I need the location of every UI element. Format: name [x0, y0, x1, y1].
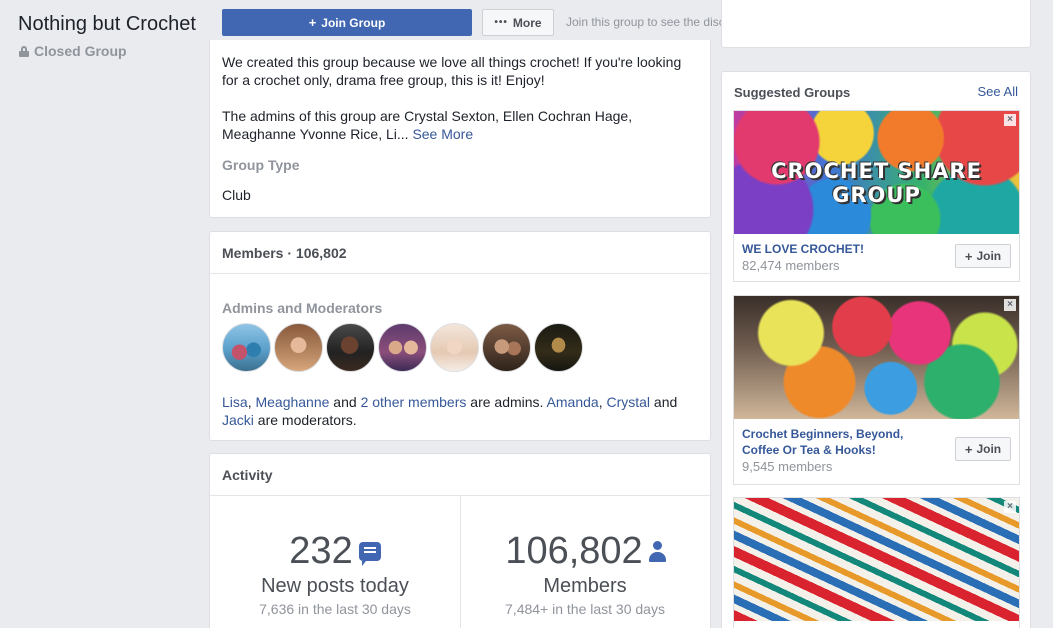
plus-icon: +	[964, 248, 973, 264]
group-type-value: Club	[222, 187, 251, 203]
about-description: We created this group because we love al…	[222, 53, 692, 143]
close-icon[interactable]: ×	[1004, 299, 1016, 311]
suggested-group-image[interactable]: ×	[734, 296, 1019, 419]
suggested-group-item[interactable]: ×	[733, 497, 1020, 628]
suggested-group-item[interactable]: CROCHET SHARE GROUP × WE LOVE CROCHET! 8…	[733, 110, 1020, 282]
other-members-link[interactable]: 2 other members	[361, 394, 467, 410]
members-label: Members	[543, 575, 627, 597]
suggested-group-members: 9,545 members	[742, 459, 833, 474]
suggested-group-info: WE LOVE CROCHET! 82,474 members	[742, 241, 864, 274]
members-header[interactable]: Members · 106,802	[210, 232, 710, 274]
admin-avatars	[222, 323, 583, 372]
see-all-link[interactable]: See All	[978, 84, 1018, 99]
suggested-group-item[interactable]: × Crochet Beginners, Beyond, Coffee Or T…	[733, 295, 1020, 485]
admins-description: Lisa, Meaghanne and 2 other members are …	[222, 393, 702, 429]
join-button[interactable]: + Join	[955, 244, 1011, 268]
group-privacy: Closed Group	[19, 43, 127, 59]
posts-count: 232	[289, 530, 353, 572]
suggested-group-members: 82,474 members	[742, 258, 840, 273]
admin-link-lisa[interactable]: Lisa	[222, 394, 248, 410]
desc-are-admins: are admins.	[466, 394, 547, 410]
suggested-group-image[interactable]: CROCHET SHARE GROUP ×	[734, 111, 1019, 234]
desc-and: and	[650, 394, 678, 410]
members-sub: 7,484+ in the last 30 days	[505, 601, 665, 617]
suggested-group-name-line1[interactable]: Crochet Beginners, Beyond,	[742, 426, 903, 442]
chat-icon	[358, 542, 381, 566]
more-label: More	[512, 15, 542, 30]
avatar[interactable]	[378, 323, 427, 372]
close-icon[interactable]: ×	[1004, 501, 1016, 513]
about-paragraph-2: The admins of this group are Crystal Sex…	[222, 107, 692, 143]
members-stat: 106,802 Members 7,484+ in the last 30 da…	[460, 530, 710, 617]
suggested-groups-card: Suggested Groups See All CROCHET SHARE G…	[721, 71, 1031, 628]
avatar[interactable]	[482, 323, 531, 372]
right-top-card	[721, 0, 1031, 48]
about-paragraph-1: We created this group because we love al…	[222, 54, 682, 88]
group-privacy-label: Closed Group	[34, 43, 127, 59]
group-type-label: Group Type	[222, 157, 300, 173]
join-group-button[interactable]: + Join Group	[222, 9, 472, 36]
moderator-link-crystal[interactable]: Crystal	[606, 394, 650, 410]
avatar[interactable]	[326, 323, 375, 372]
avatar[interactable]	[430, 323, 479, 372]
see-more-link[interactable]: See More	[412, 126, 473, 142]
close-icon[interactable]: ×	[1004, 114, 1016, 126]
moderator-link-jacki[interactable]: Jacki	[222, 412, 254, 428]
activity-header: Activity	[210, 454, 710, 496]
desc-are-moderators: are moderators.	[253, 412, 357, 428]
plus-icon: +	[308, 15, 317, 30]
admin-link-meaghanne[interactable]: Meaghanne	[255, 394, 329, 410]
posts-stat: 232 New posts today 7,636 in the last 30…	[210, 530, 460, 617]
activity-card: Activity 232 New posts today 7,636 in th…	[209, 453, 711, 628]
avatar[interactable]	[222, 323, 271, 372]
join-group-label: Join Group	[321, 15, 386, 30]
moderator-link-amanda[interactable]: Amanda	[547, 394, 599, 410]
avatar[interactable]	[274, 323, 323, 372]
desc-and: and	[329, 394, 361, 410]
suggested-groups-title: Suggested Groups	[734, 85, 851, 100]
lock-icon	[19, 45, 29, 57]
posts-label: New posts today	[261, 575, 409, 597]
person-icon	[648, 540, 666, 563]
suggested-group-info: Crochet Beginners, Beyond, Coffee Or Tea…	[742, 426, 903, 475]
more-button[interactable]: ••• More	[482, 9, 554, 36]
plus-icon: +	[964, 441, 973, 457]
about-card: We created this group because we love al…	[209, 40, 711, 218]
admins-label: Admins and Moderators	[222, 300, 383, 316]
members-card: Members · 106,802 Admins and Moderators …	[209, 231, 711, 441]
join-button[interactable]: + Join	[955, 437, 1011, 461]
suggested-group-name-line2[interactable]: Coffee Or Tea & Hooks!	[742, 442, 903, 458]
image-caption: CROCHET SHARE GROUP	[771, 159, 982, 207]
suggested-group-image[interactable]: ×	[734, 498, 1019, 621]
group-title[interactable]: Nothing but Crochet	[18, 13, 196, 36]
join-label: Join	[976, 249, 1002, 263]
more-dots-icon: •••	[494, 17, 508, 28]
join-label: Join	[976, 442, 1002, 456]
members-count: 106,802	[505, 530, 643, 572]
avatar[interactable]	[534, 323, 583, 372]
suggested-group-name[interactable]: WE LOVE CROCHET!	[742, 241, 864, 257]
posts-sub: 7,636 in the last 30 days	[259, 601, 411, 617]
